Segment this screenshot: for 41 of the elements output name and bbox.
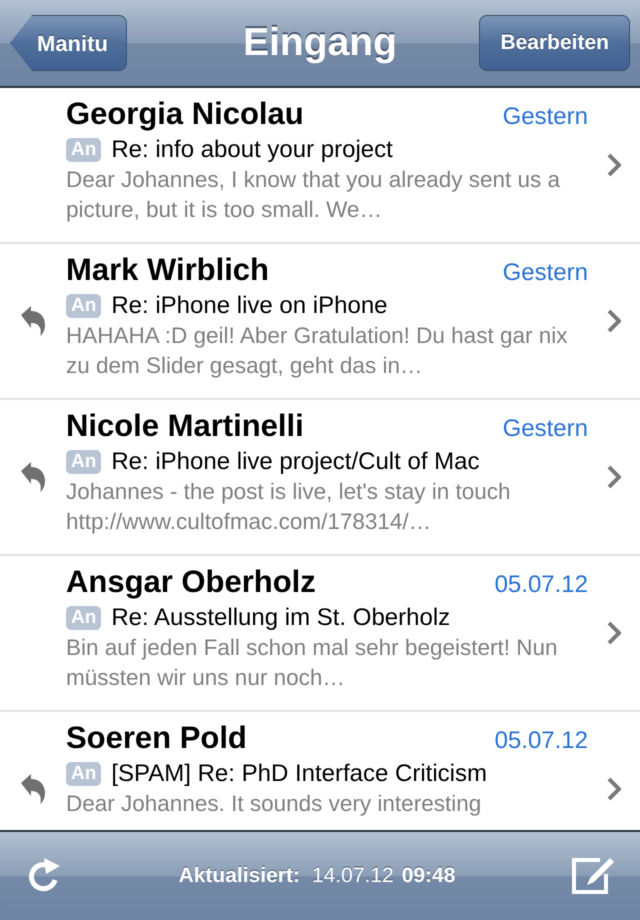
message-row[interactable]: Mark Wirblich Gestern An Re: iPhone live on iPhone HAHAHA :D geil! Aber Gratulation! Du hast gar nix zu dem Slider gesagt, geht das in…: [0, 244, 640, 400]
updated-label: Aktualisiert:: [178, 863, 300, 890]
recipient-tag: An: [66, 762, 102, 786]
message-date: 05.07.12: [494, 726, 588, 756]
recipient-tag: An: [66, 606, 102, 630]
message-date: Gestern: [502, 258, 588, 288]
edit-button[interactable]: Bearbeiten: [479, 15, 630, 71]
sender-name: Soeren Pold: [66, 719, 247, 756]
message-subject: Re: iPhone live on iPhone: [111, 291, 388, 321]
message-preview: Dear Johannes. It sounds very interesting: [66, 790, 482, 818]
message-row[interactable]: Georgia Nicolau Gestern An Re: info about your project Dear Johannes, I know that you already sent us a picture, but it is too small. We…: [0, 88, 640, 244]
recipient-tag: An: [66, 138, 102, 162]
message-date: Gestern: [502, 414, 588, 444]
message-subject: Re: info about your project: [111, 135, 393, 165]
message-date: Gestern: [502, 102, 588, 132]
chevron-icon: [607, 309, 621, 333]
chevron-icon: [607, 621, 621, 645]
message-subject: [SPAM] Re: PhD Interface Criticism: [111, 759, 487, 789]
sender-name: Mark Wirblich: [66, 251, 269, 288]
recipient-tag: An: [66, 294, 102, 318]
message-preview: HAHAHA :D geil! Aber Gratulation! Du hast gar nix zu dem Slider gesagt, geht das in…: [66, 322, 568, 380]
message-subject: Re: iPhone live project/Cult of Mac: [111, 447, 480, 477]
message-preview: Bin auf jeden Fall schon mal sehr begeistert! Nun müssten wir uns nur noch…: [66, 634, 559, 692]
sender-name: Georgia Nicolau: [66, 95, 304, 132]
message-date: 05.07.12: [494, 570, 588, 600]
message-preview: Dear Johannes, I know that you already sent us a picture, but it is too small. We…: [66, 166, 562, 224]
sender-name: Nicole Martinelli: [66, 407, 304, 444]
updated-time: 09:48: [402, 863, 456, 890]
sender-name: Ansgar Oberholz: [66, 563, 316, 600]
chevron-icon: [607, 465, 621, 489]
message-subject: Re: Ausstellung im St. Oberholz: [111, 603, 450, 633]
message-row[interactable]: Ansgar Oberholz 05.07.12 An Re: Ausstellung im St. Oberholz Bin auf jeden Fall schon mal sehr begeistert! Nun müssten wir uns nur noch…: [0, 556, 640, 712]
message-preview: Johannes - the post is live, let's stay in touch http://www.cultofmac.com/178314/…: [66, 478, 512, 536]
navigation-title: Eingang: [243, 20, 397, 66]
chevron-icon: [607, 153, 621, 177]
recipient-tag: An: [66, 450, 102, 474]
compose-icon[interactable]: [570, 856, 616, 896]
chevron-icon: [607, 777, 621, 801]
message-row[interactable]: Nicole Martinelli Gestern An Re: iPhone live project/Cult of Mac Johannes - the post is live, let's stay in touch http://www.cultofmac.com/178314/…: [0, 400, 640, 556]
back-button[interactable]: Manitu: [10, 15, 127, 71]
updated-date: 14.07.12: [312, 863, 394, 890]
